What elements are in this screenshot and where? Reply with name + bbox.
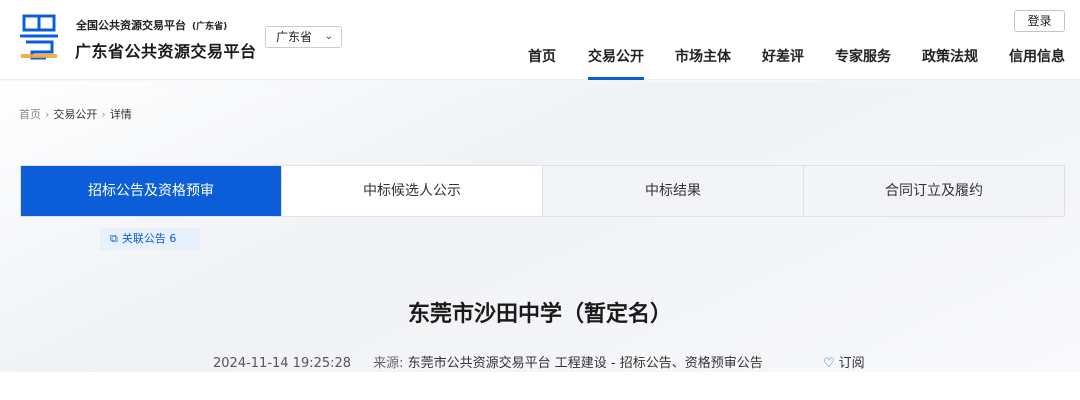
notice-tabs: 招标公告及资格预审 中标候选人公示 中标结果 合同订立及履约: [20, 165, 1065, 217]
breadcrumb-separator: ›: [101, 108, 106, 121]
nav-item-market[interactable]: 市场主体: [675, 46, 731, 80]
login-button[interactable]: 登录: [1014, 10, 1065, 32]
related-count: 6: [169, 232, 177, 245]
breadcrumb-trading[interactable]: 交易公开: [53, 108, 97, 121]
nav-item-experts[interactable]: 专家服务: [835, 46, 891, 80]
nav-item-policy[interactable]: 政策法规: [922, 46, 978, 80]
nav-item-credit[interactable]: 信用信息: [1009, 46, 1065, 80]
subscribe-label: 订阅: [838, 356, 865, 371]
tab-contract[interactable]: 合同订立及履约: [804, 166, 1064, 216]
breadcrumb: 首页 › 交易公开 › 详情: [19, 106, 132, 122]
article-meta: 2024-11-14 19:25:28 来源: 东莞市公共资源交易平台 工程建设 …: [213, 352, 763, 371]
source-label: 来源:: [373, 356, 404, 371]
heart-outline-icon: ♡: [823, 356, 835, 371]
nav-item-trading[interactable]: 交易公开: [588, 46, 644, 80]
related-label: 关联公告: [121, 232, 166, 245]
platform-sub-label: 全国公共资源交易平台: [76, 19, 186, 32]
region-select-value: 广东省: [276, 30, 313, 44]
subscribe-button[interactable]: ♡ 订阅: [823, 352, 865, 371]
copy-icon: ⧉: [110, 232, 118, 245]
tab-award-result[interactable]: 中标结果: [543, 166, 804, 216]
tab-candidate-publicity[interactable]: 中标候选人公示: [282, 166, 543, 216]
tab-tender-notice[interactable]: 招标公告及资格预审: [21, 166, 282, 216]
chevron-down-icon: ⌄: [324, 31, 333, 42]
publish-datetime: 2024-11-14 19:25:28: [213, 356, 352, 371]
main-nav: 首页 交易公开 市场主体 好差评 专家服务 政策法规 信用信息: [0, 46, 1080, 80]
source-value: 东莞市公共资源交易平台 工程建设 - 招标公告、资格预审公告: [407, 356, 763, 371]
page-title: 东莞市沙田中学（暂定名）: [407, 302, 672, 327]
region-select[interactable]: 广东省 ⌄: [265, 26, 342, 48]
nav-item-review[interactable]: 好差评: [762, 46, 804, 80]
breadcrumb-home[interactable]: 首页: [19, 108, 41, 121]
platform-subtitle: 全国公共资源交易平台 (广东省): [76, 17, 227, 33]
page-bottom-area: [0, 372, 1080, 400]
breadcrumb-current: 详情: [109, 108, 132, 121]
nav-item-home[interactable]: 首页: [528, 46, 556, 80]
platform-sub-province: (广东省): [192, 22, 228, 32]
breadcrumb-separator: ›: [45, 108, 50, 121]
site-header: 全国公共资源交易平台 (广东省) 广东省公共资源交易平台 广东省 ⌄ 登录 首页 …: [0, 0, 1080, 80]
related-notices-button[interactable]: ⧉ 关联公告 6: [100, 228, 200, 250]
